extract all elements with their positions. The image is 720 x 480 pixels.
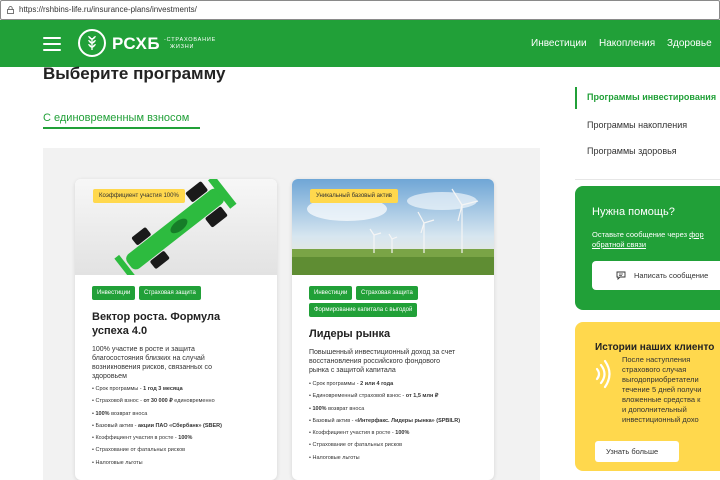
sidebar-menu: Программы инвестирования Программы накоп… bbox=[575, 78, 720, 180]
list-item: Единовременный страховой взнос - от 1,5 … bbox=[309, 392, 460, 404]
help-box: Нужна помощь? Оставьте сообщение через ф… bbox=[575, 186, 720, 310]
divider bbox=[575, 179, 720, 180]
program-card-leaders[interactable]: Уникальный базовый актив Инвестиции Стра… bbox=[292, 179, 494, 480]
logo-sub-line2: ЖИЗНИ bbox=[170, 44, 195, 50]
lock-icon bbox=[7, 6, 14, 14]
list-item: Базовый актив - акции ПАО «Сбербанк» (SB… bbox=[92, 422, 222, 434]
list-item: Коэффициент участия в росте - 100% bbox=[309, 429, 460, 441]
chat-icon bbox=[616, 271, 626, 280]
tag-capital[interactable]: Формирование капитала с выгодой bbox=[309, 303, 418, 317]
sound-waves-icon bbox=[595, 359, 611, 389]
write-message-button[interactable]: Написать сообщение bbox=[592, 261, 720, 290]
help-title: Нужна помощь? bbox=[592, 206, 675, 218]
site-header: РСХБ -СТРАХОВАНИЕ ЖИЗНИ Инвестиции Накоп… bbox=[0, 20, 720, 67]
nav-investments[interactable]: Инвестиции bbox=[531, 38, 587, 49]
list-item: Налоговые льготы bbox=[309, 454, 460, 466]
menu-icon[interactable] bbox=[43, 37, 61, 51]
card-description: Повышенный инвестиционный доход за счет … bbox=[309, 348, 479, 375]
logo-sub-line1: -СТРАХОВАНИЕ bbox=[164, 37, 217, 43]
sidebar-item-health[interactable]: Программы здоровья bbox=[587, 146, 677, 156]
card-title-line2: успеха 4.0 bbox=[92, 325, 148, 337]
active-indicator bbox=[575, 87, 577, 109]
tab-underline bbox=[43, 127, 200, 129]
client-stories-box: Истории наших клиенто После наступления … bbox=[575, 322, 720, 471]
card-title[interactable]: Лидеры рынка bbox=[309, 327, 390, 341]
list-item: 100% возврат вноса bbox=[309, 405, 460, 417]
tag-insurance[interactable]: Страховая защита bbox=[139, 286, 201, 300]
tag-investments[interactable]: Инвестиции bbox=[309, 286, 353, 300]
stories-line: После наступления bbox=[622, 355, 691, 364]
feedback-link[interactable]: обратной связи bbox=[592, 240, 646, 249]
stories-line: выгодоприобретатели bbox=[622, 375, 699, 384]
stories-text: После наступления страхового случая выго… bbox=[622, 355, 701, 425]
card-description: 100% участие в росте и защита благососто… bbox=[92, 345, 262, 381]
list-item: Налоговые льготы bbox=[92, 459, 222, 471]
url-text[interactable]: https://rshbins-life.ru/insurance-plans/… bbox=[19, 5, 197, 14]
learn-more-button[interactable]: Узнать больше bbox=[595, 441, 679, 462]
logo-emblem-icon[interactable] bbox=[78, 29, 106, 57]
address-bar[interactable]: https://rshbins-life.ru/insurance-plans/… bbox=[0, 0, 720, 20]
stories-line: вложенные средства к bbox=[622, 395, 701, 404]
logo-subtitle: -СТРАХОВАНИЕ ЖИЗНИ bbox=[164, 37, 216, 51]
card-features-list: Срок программы - 1 год 3 месяца Страхово… bbox=[92, 385, 222, 471]
stories-line: течение 5 дней получи bbox=[622, 385, 702, 394]
stories-title: Истории наших клиенто bbox=[595, 342, 715, 353]
sidebar-item-savings[interactable]: Программы накопления bbox=[587, 120, 687, 130]
tag-investments[interactable]: Инвестиции bbox=[92, 286, 136, 300]
card-title-line1: Вектор роста. Формула bbox=[92, 311, 221, 323]
card-title[interactable]: Вектор роста. Формула успеха 4.0 bbox=[92, 310, 220, 338]
tab-single-payment[interactable]: С единовременным взносом bbox=[43, 112, 189, 124]
list-item: Срок программы - 1 год 3 месяца bbox=[92, 385, 222, 397]
logo-text[interactable]: РСХБ bbox=[112, 34, 160, 54]
card-features-list: Срок программы - 2 или 4 года Единовреме… bbox=[309, 380, 460, 466]
desc-line: восстановления российского фондового bbox=[309, 358, 441, 365]
tag-insurance[interactable]: Страховая защита bbox=[356, 286, 418, 300]
desc-line: рынка с защитой капитала bbox=[309, 367, 396, 374]
card-badge: Уникальный базовый актив bbox=[310, 189, 398, 203]
desc-line: 100% участие в росте и защита bbox=[92, 346, 195, 353]
desc-line: возникновения рисков, связанных со bbox=[92, 364, 212, 371]
stories-line: страхового случая bbox=[622, 365, 687, 374]
help-text: Оставьте сообщение через фор обратной св… bbox=[592, 230, 704, 249]
nav-health[interactable]: Здоровье bbox=[667, 38, 712, 49]
button-label: Написать сообщение bbox=[634, 271, 709, 280]
card-badge: Коэффициент участия 100% bbox=[93, 189, 185, 203]
card-title-line1: Лидеры рынка bbox=[309, 328, 391, 340]
feedback-link[interactable]: фор bbox=[689, 230, 704, 239]
sidebar-item-investments[interactable]: Программы инвестирования bbox=[587, 92, 716, 102]
desc-line: здоровьем bbox=[92, 373, 127, 380]
list-item: 100% возврат вноса bbox=[92, 410, 222, 422]
desc-line: благосостояния близких на случай bbox=[92, 355, 205, 362]
list-item: Страховой взнос - от 30 000 ₽ единовреме… bbox=[92, 397, 222, 409]
nav-savings[interactable]: Накопления bbox=[599, 38, 655, 49]
list-item: Срок программы - 2 или 4 года bbox=[309, 380, 460, 392]
button-label: Узнать больше bbox=[606, 447, 659, 456]
stories-line: инвестиционный дохо bbox=[622, 415, 699, 424]
stories-line: и дополнительный bbox=[622, 405, 687, 414]
list-item: Коэффициент участия в росте - 100% bbox=[92, 434, 222, 446]
program-card-vector[interactable]: Коэффициент участия 100% Инвестиции Стра… bbox=[75, 179, 277, 480]
desc-line: Повышенный инвестиционный доход за счет bbox=[309, 349, 456, 356]
list-item: Страхование от фатальных рисков bbox=[92, 446, 222, 458]
list-item: Страхование от фатальных рисков bbox=[309, 441, 460, 453]
page-title: Выберите программу bbox=[43, 64, 226, 83]
list-item: Базовый актив - «Интерфакс. Лидеры рынка… bbox=[309, 417, 460, 429]
